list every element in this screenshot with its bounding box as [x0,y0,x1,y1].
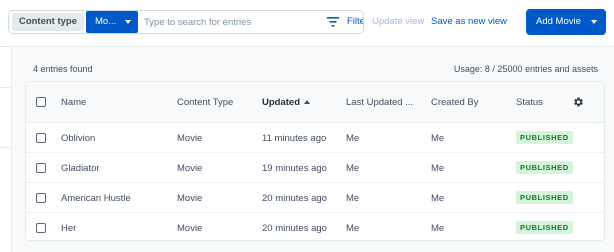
entry-name: American Hustle [61,193,131,204]
entry-last-updated-by: Me [346,223,360,234]
column-header-status[interactable]: Status [516,97,543,108]
entry-created-by: Me [431,163,445,174]
entry-last-updated-by: Me [346,163,360,174]
toolbar-divider [0,46,614,47]
entry-created-by: Me [431,133,445,144]
status-badge: PUBLISHED [516,191,573,204]
update-view-link[interactable]: Update view [372,16,424,27]
save-as-new-view-link[interactable]: Save as new view [431,16,507,27]
select-all-checkbox[interactable] [36,97,46,107]
column-header-last-updated-by[interactable]: Last Updated ... [346,97,413,108]
entry-content-type: Movie [177,133,203,144]
table-header: Name Content Type Updated Last Updated .… [26,82,604,123]
entry-last-updated-by: Me [346,193,360,204]
row-checkbox[interactable] [36,163,46,173]
usage-text: Usage: 8 / 25000 entries and assets [453,64,598,74]
chevron-down-icon [125,20,131,24]
content-type-value: Mo... [95,16,117,27]
table-row[interactable]: Oblivion Movie 11 minutes ago Me Me PUBL… [26,123,604,153]
entry-created-by: Me [431,223,445,234]
row-checkbox[interactable] [36,193,46,203]
top-toolbar: Content type Mo... Filter Update view Sa… [0,0,614,46]
row-checkbox[interactable] [36,133,46,143]
entry-created-by: Me [431,193,445,204]
add-movie-label: Add Movie [536,16,581,27]
sort-ascending-icon [304,100,310,104]
entry-name: Oblivion [61,133,96,144]
content-type-label: Content type [12,13,84,31]
filter-label: Filter [347,16,363,27]
status-badge: PUBLISHED [516,161,573,174]
gear-icon[interactable] [572,96,584,108]
status-badge: PUBLISHED [516,131,573,144]
search-bar: Content type Mo... Filter [8,10,364,34]
entry-name: Her [61,223,77,234]
table-row[interactable]: American Hustle Movie 20 minutes ago Me … [26,183,604,213]
column-header-created-by[interactable]: Created By [431,97,479,108]
search-input[interactable] [144,13,314,31]
entry-last-updated-by: Me [346,133,360,144]
sidebar-divider [0,147,12,148]
filter-icon [327,17,339,27]
column-header-updated[interactable]: Updated [262,97,300,108]
status-badge: PUBLISHED [516,221,573,234]
sidebar-divider [0,87,12,88]
row-checkbox[interactable] [36,223,46,233]
entry-content-type: Movie [177,193,203,204]
entries-count: 4 entries found [33,64,93,74]
entry-content-type: Movie [177,223,203,234]
entries-table: Name Content Type Updated Last Updated .… [25,81,605,241]
table-row[interactable]: Gladiator Movie 19 minutes ago Me Me PUB… [26,153,604,183]
entry-updated: 19 minutes ago [262,163,327,174]
entry-updated: 20 minutes ago [262,193,327,204]
column-header-content-type[interactable]: Content Type [177,97,233,108]
entry-content-type: Movie [177,163,203,174]
entry-updated: 11 minutes ago [262,133,327,144]
column-header-name[interactable]: Name [61,97,86,108]
sidebar [0,47,12,252]
chevron-down-icon [591,20,597,24]
add-movie-button[interactable]: Add Movie [526,9,606,35]
entry-updated: 20 minutes ago [262,223,327,234]
table-row[interactable]: Her Movie 20 minutes ago Me Me PUBLISHED [26,213,604,240]
content-type-select[interactable]: Mo... [86,11,138,33]
entry-name: Gladiator [61,163,100,174]
